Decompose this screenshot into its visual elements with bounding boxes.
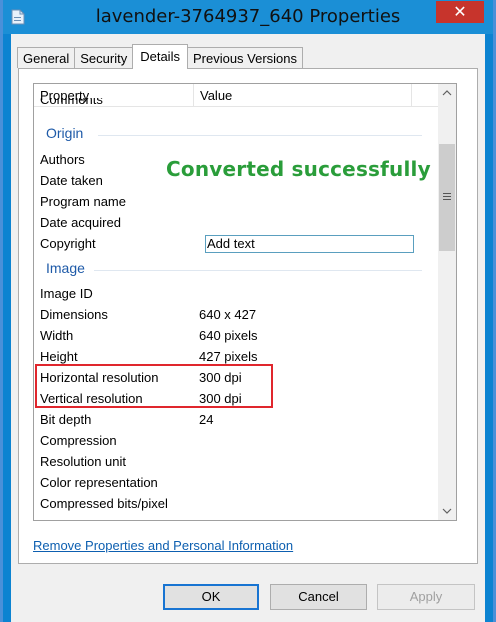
tab-details[interactable]: Details xyxy=(132,44,188,69)
title-bar[interactable]: lavender-3764937_640 Properties ✕ xyxy=(3,0,493,34)
scrollbar-thumb[interactable] xyxy=(439,144,455,251)
property-label: Color representation xyxy=(40,475,158,490)
group-heading-image: Image xyxy=(46,260,85,276)
row-color-representation[interactable]: Color representation xyxy=(40,472,440,493)
property-value: 427 pixels xyxy=(199,349,258,364)
property-value: 640 pixels xyxy=(199,328,258,343)
property-value: 640 x 427 xyxy=(199,307,257,322)
resolution-highlight-box xyxy=(35,364,273,408)
row-date-acquired[interactable]: Date acquired xyxy=(40,212,440,233)
tab-strip: General Security Details Previous Versio… xyxy=(17,44,304,69)
tab-security[interactable]: Security xyxy=(74,47,134,68)
property-label: Image ID xyxy=(40,286,93,301)
vertical-scrollbar[interactable] xyxy=(438,84,456,520)
property-label: Date taken xyxy=(40,173,103,188)
property-label: Bit depth xyxy=(40,412,92,427)
ok-button[interactable]: OK xyxy=(163,584,259,610)
property-label: Height xyxy=(40,349,78,364)
row-dimensions[interactable]: Dimensions 640 x 427 xyxy=(40,304,440,325)
group-divider xyxy=(98,135,422,136)
row-width[interactable]: Width 640 pixels xyxy=(40,325,440,346)
close-button[interactable]: ✕ xyxy=(436,1,484,23)
apply-button[interactable]: Apply xyxy=(377,584,475,610)
property-label: Date acquired xyxy=(40,215,121,230)
row-program-name[interactable]: Program name xyxy=(40,191,440,212)
row-resolution-unit[interactable]: Resolution unit xyxy=(40,451,440,472)
property-list[interactable]: Property Value Comments Origin Authors D… xyxy=(33,83,457,521)
partial-row-comments: Comments xyxy=(40,98,103,107)
row-copyright[interactable]: Copyright Add text xyxy=(40,233,440,254)
tab-previous-versions[interactable]: Previous Versions xyxy=(186,47,304,68)
row-bit-depth[interactable]: Bit depth 24 xyxy=(40,409,440,430)
row-compressed-bits-per-pixel[interactable]: Compressed bits/pixel xyxy=(40,493,440,514)
property-label: Compressed bits/pixel xyxy=(40,496,168,511)
copyright-edit-field[interactable]: Add text xyxy=(205,235,414,253)
column-header-value[interactable]: Value xyxy=(200,88,232,103)
tab-general[interactable]: General xyxy=(17,47,76,68)
scrollbar-grip-icon xyxy=(443,193,451,200)
scroll-up-arrow-icon[interactable] xyxy=(438,84,456,101)
property-label: Width xyxy=(40,328,74,343)
property-label: Authors xyxy=(40,152,85,167)
group-divider xyxy=(94,270,422,271)
property-label: Program name xyxy=(40,194,126,209)
property-label: Copyright xyxy=(40,236,96,251)
group-heading-origin: Origin xyxy=(46,125,84,141)
cancel-button[interactable]: Cancel xyxy=(270,584,367,610)
property-label: Compression xyxy=(40,433,117,448)
row-compression[interactable]: Compression xyxy=(40,430,440,451)
column-separator xyxy=(193,84,194,106)
conversion-status-message: Converted successfully xyxy=(166,157,431,181)
column-separator xyxy=(411,84,412,106)
close-icon: ✕ xyxy=(453,2,467,21)
remove-properties-link[interactable]: Remove Properties and Personal Informati… xyxy=(33,538,293,553)
row-image-id[interactable]: Image ID xyxy=(40,283,440,304)
property-value: 24 xyxy=(199,412,214,427)
scroll-down-arrow-icon[interactable] xyxy=(438,503,456,520)
property-label: Dimensions xyxy=(40,307,108,322)
partial-row-label: Comments xyxy=(40,98,103,107)
property-label: Resolution unit xyxy=(40,454,126,469)
window-title: lavender-3764937_640 Properties xyxy=(95,6,401,27)
